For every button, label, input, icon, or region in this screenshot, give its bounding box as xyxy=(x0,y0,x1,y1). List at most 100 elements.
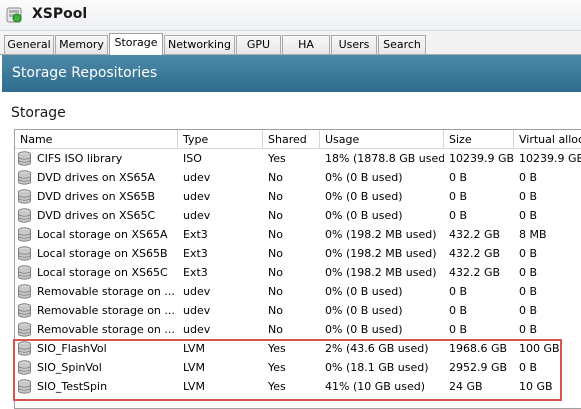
storage-repository-icon xyxy=(17,379,32,394)
cell-virtual: 0 B xyxy=(519,266,538,279)
window-title: XSPool xyxy=(32,6,88,22)
cell-shared: No xyxy=(268,190,283,203)
cell-type: Ext3 xyxy=(183,247,208,260)
table-row[interactable]: SIO_TestSpin LVM Yes 41% (10 GB used) 24 GB 1… xyxy=(15,377,581,396)
tab-memory[interactable]: Memory xyxy=(55,35,108,54)
cell-name: CIFS ISO library xyxy=(37,152,123,165)
cell-type: Ext3 xyxy=(183,228,208,241)
title-bar: XSPool xyxy=(0,0,581,31)
cell-size: 2952.9 GB xyxy=(449,361,508,374)
cell-name: DVD drives on XS65B xyxy=(37,190,156,203)
cell-name: SIO_TestSpin xyxy=(37,380,108,393)
cell-virtual: 0 B xyxy=(519,285,538,298)
cell-virtual: 8 MB xyxy=(519,228,547,241)
tab-storage[interactable]: Storage xyxy=(109,33,163,55)
cell-size: 10239.9 GB xyxy=(449,152,514,165)
cell-shared: No xyxy=(268,266,283,279)
cell-name: SIO_FlashVol xyxy=(37,342,107,355)
cell-virtual: 0 B xyxy=(519,323,538,336)
cell-shared: Yes xyxy=(268,152,286,165)
storage-repository-icon xyxy=(17,322,32,337)
column-header-shared[interactable]: Shared xyxy=(263,130,320,149)
cell-shared: No xyxy=(268,304,283,317)
cell-name: Removable storage on ... xyxy=(37,304,175,317)
storage-repository-icon xyxy=(17,151,32,166)
cell-virtual: 0 B xyxy=(519,190,538,203)
storage-table: Name Type Shared Usage Size Virtual allo… xyxy=(14,129,581,409)
cell-shared: No xyxy=(268,209,283,222)
table-row[interactable]: SIO_SpinVol LVM Yes 0% (18.1 GB used) 2952.9… xyxy=(15,358,581,377)
banner-title: Storage Repositories xyxy=(12,65,158,81)
cell-size: 24 GB xyxy=(449,380,483,393)
table-row[interactable]: Removable storage on ... udev No 0% (0 B us… xyxy=(15,320,581,339)
cell-type: LVM xyxy=(183,342,205,355)
storage-repository-icon xyxy=(17,246,32,261)
storage-repository-icon xyxy=(17,360,32,375)
cell-name: Local storage on XS65A xyxy=(37,228,168,241)
cell-virtual: 10239.9 GB xyxy=(519,152,581,165)
header-banner: Storage Repositories xyxy=(2,55,581,92)
table-row[interactable]: CIFS ISO library ISO Yes 18% (1878.8 GB use… xyxy=(15,149,581,168)
table-row[interactable]: SIO_FlashVol LVM Yes 2% (43.6 GB used) 1968.… xyxy=(15,339,581,358)
cell-usage: 41% (10 GB used) xyxy=(325,380,426,393)
column-header-type[interactable]: Type xyxy=(178,130,263,149)
cell-size: 0 B xyxy=(449,304,468,317)
column-header-virtual-alloc[interactable]: Virtual alloc xyxy=(514,130,581,149)
tab-ha[interactable]: HA xyxy=(282,35,330,54)
cell-virtual: 10 GB xyxy=(519,380,553,393)
storage-repository-icon xyxy=(17,227,32,242)
cell-name: SIO_SpinVol xyxy=(37,361,102,374)
cell-type: udev xyxy=(183,323,211,336)
storage-repository-icon xyxy=(17,170,32,185)
cell-name: Removable storage on ... xyxy=(37,323,175,336)
table-row[interactable]: DVD drives on XS65B udev No 0% (0 B used) 0 … xyxy=(15,187,581,206)
cell-virtual: 0 B xyxy=(519,247,538,260)
tab-general[interactable]: General xyxy=(4,35,54,54)
cell-usage: 18% (1878.8 GB used) xyxy=(325,152,444,165)
cell-type: LVM xyxy=(183,380,205,393)
table-row[interactable]: Removable storage on ... udev No 0% (0 B us… xyxy=(15,282,581,301)
table-row[interactable]: Local storage on XS65C Ext3 No 0% (198.2 MB… xyxy=(15,263,581,282)
cell-shared: Yes xyxy=(268,380,286,393)
cell-usage: 0% (0 B used) xyxy=(325,323,403,336)
cell-type: udev xyxy=(183,304,211,317)
cell-shared: No xyxy=(268,228,283,241)
tab-gpu[interactable]: GPU xyxy=(236,35,281,54)
tab-networking[interactable]: Networking xyxy=(164,35,235,54)
cell-shared: No xyxy=(268,285,283,298)
cell-usage: 0% (198.2 MB used) xyxy=(325,228,437,241)
table-row[interactable]: Local storage on XS65B Ext3 No 0% (198.2 MB… xyxy=(15,244,581,263)
cell-name: DVD drives on XS65C xyxy=(37,209,156,222)
cell-usage: 0% (0 B used) xyxy=(325,209,403,222)
cell-type: udev xyxy=(183,285,211,298)
table-row[interactable]: DVD drives on XS65A udev No 0% (0 B used) 0 … xyxy=(15,168,581,187)
cell-virtual: 0 B xyxy=(519,304,538,317)
column-header-size[interactable]: Size xyxy=(444,130,514,149)
cell-size: 0 B xyxy=(449,171,468,184)
tab-search[interactable]: Search xyxy=(378,35,426,54)
tab-users[interactable]: Users xyxy=(331,35,377,54)
cell-type: Ext3 xyxy=(183,266,208,279)
column-header-name[interactable]: Name xyxy=(15,130,178,149)
table-row[interactable]: Local storage on XS65A Ext3 No 0% (198.2 MB… xyxy=(15,225,581,244)
cell-type: udev xyxy=(183,171,211,184)
cell-size: 432.2 GB xyxy=(449,247,501,260)
storage-repository-icon xyxy=(17,303,32,318)
cell-type: ISO xyxy=(183,152,202,165)
table-row[interactable]: DVD drives on XS65C udev No 0% (0 B used) 0 … xyxy=(15,206,581,225)
table-row[interactable]: Removable storage on ... udev No 0% (0 B us… xyxy=(15,301,581,320)
cell-usage: 0% (198.2 MB used) xyxy=(325,266,437,279)
cell-name: Local storage on XS65B xyxy=(37,247,168,260)
cell-name: Removable storage on ... xyxy=(37,285,175,298)
cell-usage: 0% (0 B used) xyxy=(325,285,403,298)
cell-usage: 0% (0 B used) xyxy=(325,190,403,203)
cell-name: Local storage on XS65C xyxy=(37,266,168,279)
cell-usage: 0% (18.1 GB used) xyxy=(325,361,429,374)
tab-strip: General Memory Storage Networking GPU HA… xyxy=(0,31,581,55)
column-header-usage[interactable]: Usage xyxy=(320,130,444,149)
cell-size: 0 B xyxy=(449,209,468,222)
cell-virtual: 0 B xyxy=(519,361,538,374)
cell-shared: No xyxy=(268,323,283,336)
cell-virtual: 0 B xyxy=(519,209,538,222)
storage-repository-icon xyxy=(17,284,32,299)
